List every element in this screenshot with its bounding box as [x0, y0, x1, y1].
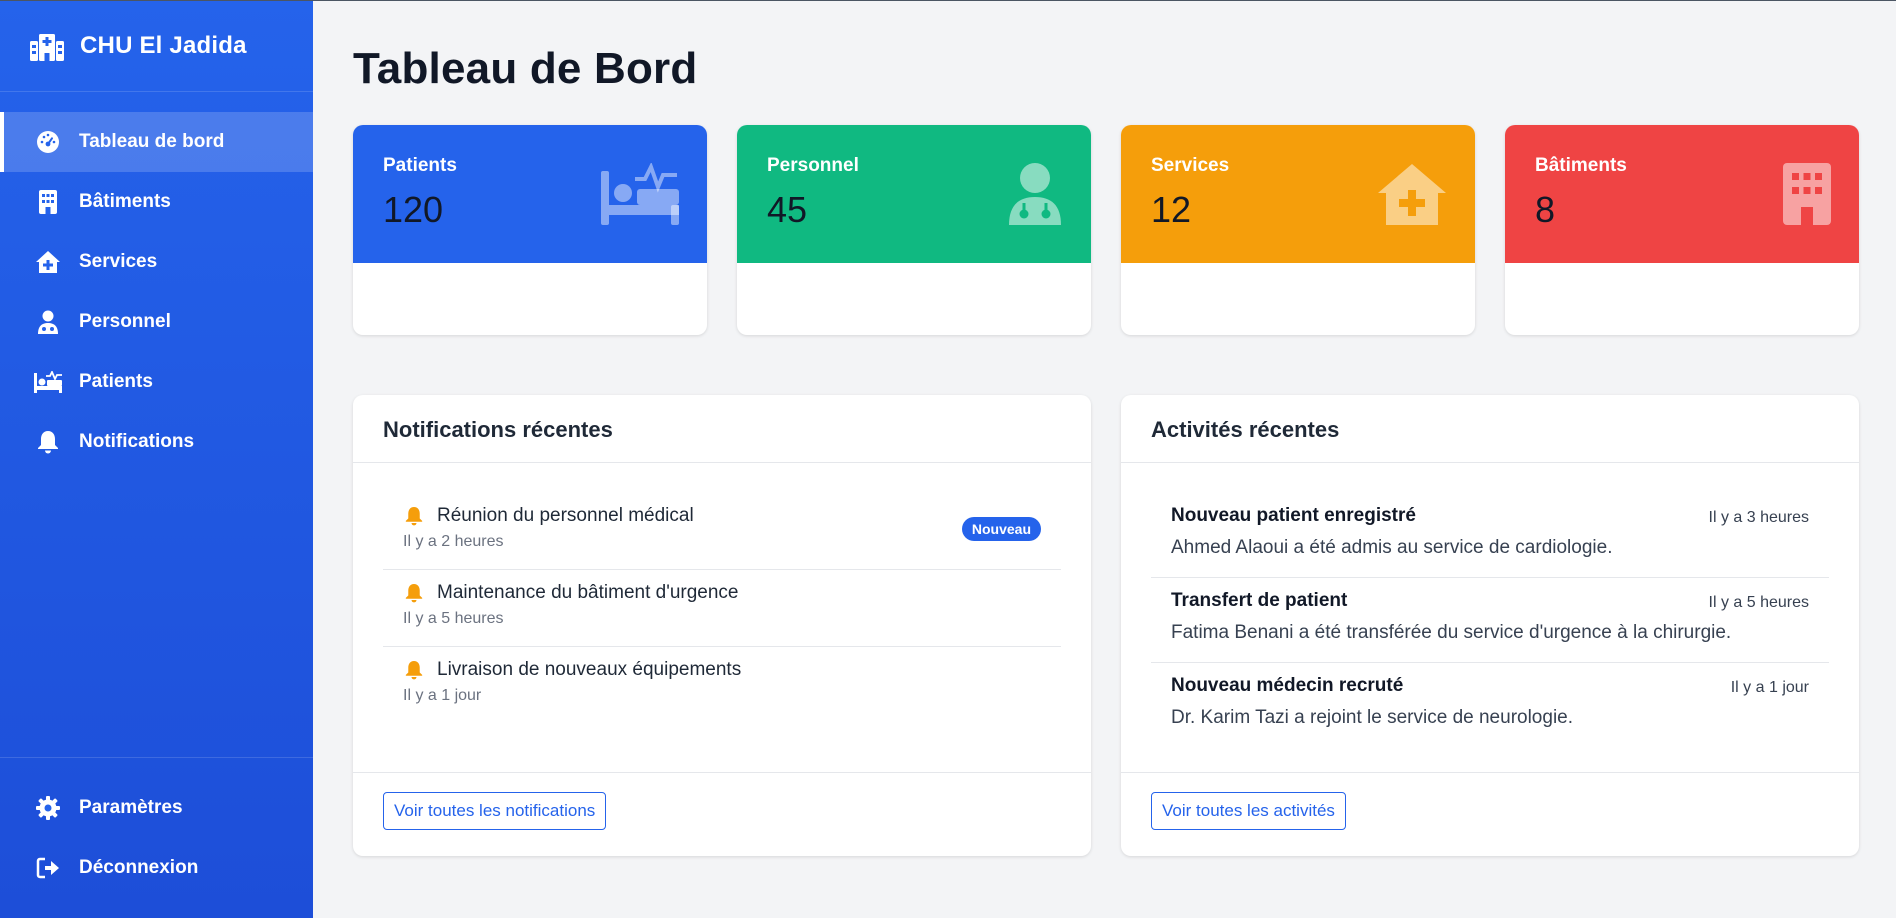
activity-description: Ahmed Alaoui a été admis au service de c… [1171, 537, 1613, 558]
sidebar-item-logout[interactable]: Déconnexion [0, 838, 313, 898]
card-title: Notifications récentes [353, 395, 1091, 463]
building-icon [34, 190, 62, 214]
gauge-icon [34, 130, 62, 154]
sidebar-item-staff[interactable]: Personnel [0, 292, 313, 352]
view-all-notifications-button[interactable]: Voir toutes les notifications [383, 792, 607, 830]
sidebar-item-settings[interactable]: Paramètres [0, 778, 313, 838]
notification-time: Il y a 1 jour [403, 687, 482, 704]
brand-title: CHU El Jadida [80, 31, 247, 59]
view-all-activities-button[interactable]: Voir toutes les activités [1151, 792, 1346, 830]
clinic-house-icon [1369, 163, 1447, 225]
bell-icon [403, 505, 425, 527]
activities-card: Activités récentes Nouveau patient enreg… [1121, 395, 1859, 856]
notification-title: Maintenance du bâtiment d'urgence [437, 582, 739, 603]
page-title: Tableau de Bord [353, 44, 698, 93]
bell-icon [34, 430, 62, 454]
activity-title: Nouveau médecin recruté [1171, 675, 1404, 696]
notification-list: Réunion du personnel médical Il y a 2 he… [353, 463, 1091, 772]
sidebar-item-label: Paramètres [79, 797, 183, 818]
hospital-bed-icon [601, 163, 679, 225]
sidebar-item-label: Bâtiments [79, 191, 171, 212]
stat-card-staff[interactable]: Personnel 45 [737, 125, 1091, 335]
notifications-card: Notifications récentes Réunion du person… [353, 395, 1091, 856]
stat-card-buildings[interactable]: Bâtiments 8 [1505, 125, 1859, 335]
activity-list: Nouveau patient enregistré Il y a 3 heur… [1121, 463, 1859, 772]
activity-time: Il y a 5 heures [1708, 594, 1810, 611]
main-nav: Tableau de bord Bâtiments Services Perso… [0, 112, 313, 472]
brand[interactable]: CHU El Jadida [0, 0, 313, 92]
sidebar: CHU El Jadida Tableau de bord Bâtiments … [0, 0, 313, 918]
card-title: Activités récentes [1121, 395, 1859, 463]
card-footer: Voir toutes les activités [1121, 772, 1859, 856]
clinic-house-icon [34, 250, 62, 274]
notification-item[interactable]: Maintenance du bâtiment d'urgence Il y a… [383, 570, 1061, 647]
hospital-bed-icon [34, 370, 62, 394]
building-icon [1753, 163, 1831, 225]
sidebar-item-dashboard[interactable]: Tableau de bord [0, 112, 313, 172]
notification-title: Réunion du personnel médical [437, 505, 694, 526]
activity-item[interactable]: Nouveau patient enregistré Il y a 3 heur… [1151, 493, 1829, 578]
sidebar-item-label: Personnel [79, 311, 171, 332]
notification-item[interactable]: Réunion du personnel médical Il y a 2 he… [383, 493, 1061, 570]
notification-item[interactable]: Livraison de nouveaux équipements Il y a… [383, 647, 1061, 724]
activity-time: Il y a 1 jour [1730, 679, 1809, 696]
notification-time: Il y a 2 heures [403, 533, 504, 550]
sidebar-item-notifications[interactable]: Notifications [0, 412, 313, 472]
sidebar-item-label: Notifications [79, 431, 195, 452]
bell-icon [403, 659, 425, 681]
sidebar-item-label: Déconnexion [79, 857, 199, 878]
activity-item[interactable]: Nouveau médecin recruté Il y a 1 jour Dr… [1151, 663, 1829, 748]
activity-description: Fatima Benani a été transférée du servic… [1171, 622, 1732, 643]
sidebar-item-label: Services [79, 251, 158, 272]
card-footer: Voir toutes les notifications [353, 772, 1091, 856]
sidebar-item-services[interactable]: Services [0, 232, 313, 292]
sidebar-item-buildings[interactable]: Bâtiments [0, 172, 313, 232]
notification-title: Livraison de nouveaux équipements [437, 659, 742, 680]
doctor-icon [34, 310, 62, 334]
bottom-nav: Paramètres Déconnexion [0, 757, 313, 918]
notification-time: Il y a 5 heures [403, 610, 504, 627]
sidebar-item-label: Patients [79, 371, 153, 392]
stat-card-services[interactable]: Services 12 [1121, 125, 1475, 335]
doctor-icon [985, 163, 1063, 225]
sidebar-item-patients[interactable]: Patients [0, 352, 313, 412]
activity-item[interactable]: Transfert de patient Il y a 5 heures Fat… [1151, 578, 1829, 663]
gear-icon [34, 796, 62, 820]
new-badge: Nouveau [961, 517, 1041, 541]
hospital-icon [30, 31, 64, 61]
activity-time: Il y a 3 heures [1708, 509, 1810, 526]
activity-description: Dr. Karim Tazi a rejoint le service de n… [1171, 707, 1574, 728]
stat-card-patients[interactable]: Patients 120 [353, 125, 707, 335]
sidebar-item-label: Tableau de bord [79, 131, 225, 152]
top-border [0, 0, 1896, 1]
bell-icon [403, 582, 425, 604]
logout-icon [34, 856, 62, 880]
